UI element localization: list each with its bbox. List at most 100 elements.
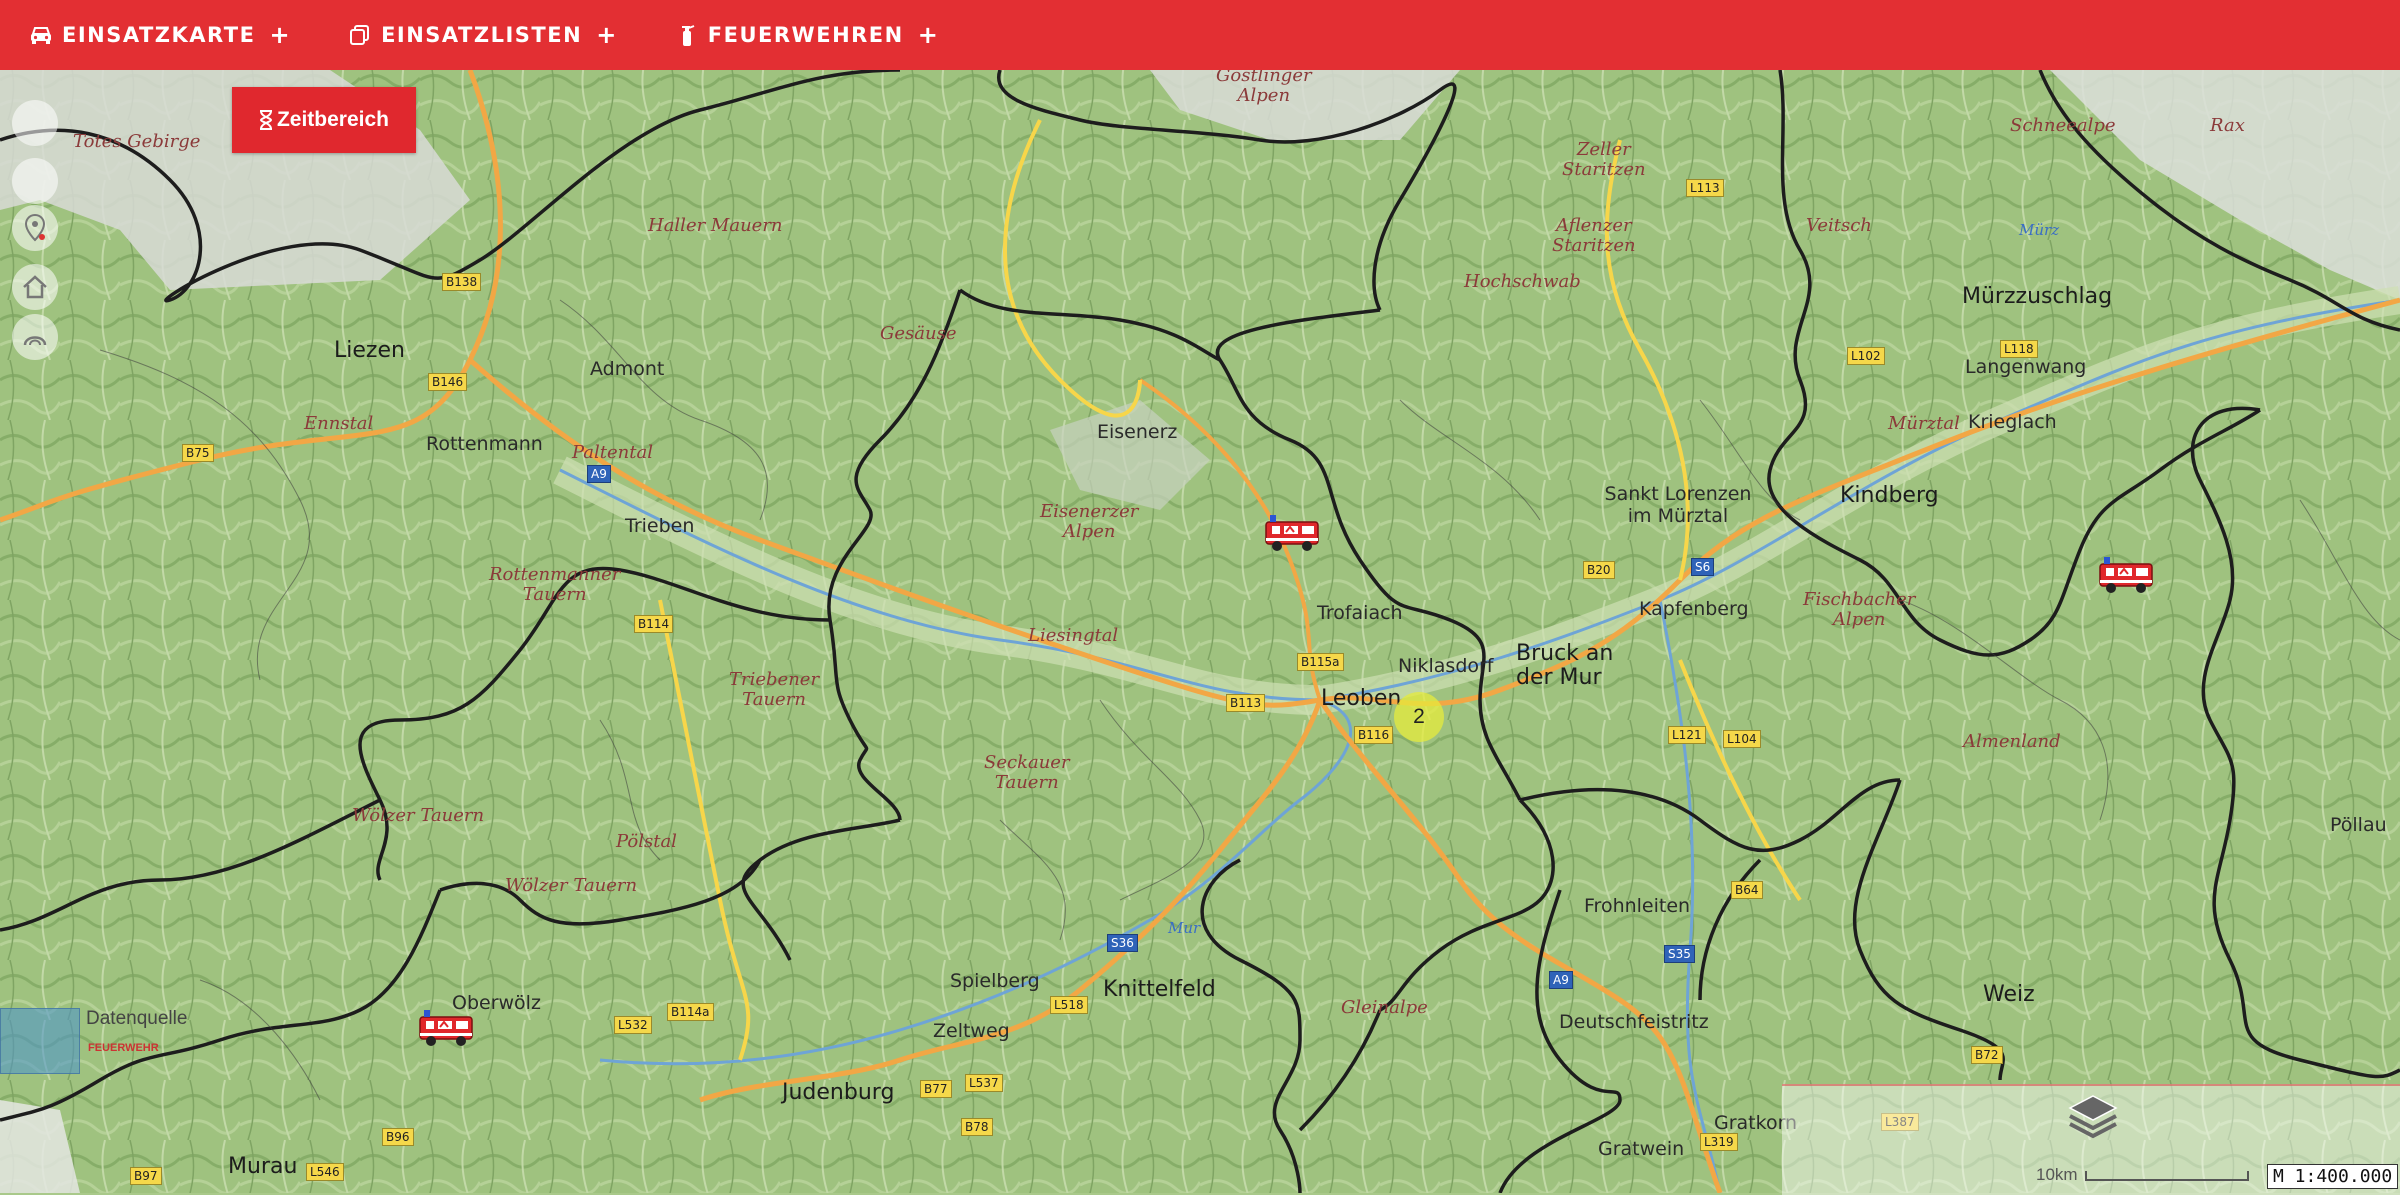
place-label: Bruck an der Mur [1516,641,1614,690]
place-label: Langenwang [1965,356,2087,378]
place-label: Frohnleiten [1584,895,1691,917]
place-label: Niklasdorf [1398,655,1494,677]
region-label: Göstlinger Alpen [1216,70,1312,106]
fire-truck-marker[interactable] [1262,510,1322,559]
place-label: Admont [590,358,665,380]
nav-einsatzlisten[interactable]: EINSATZLISTEN + [347,21,618,49]
road-shield: B96 [382,1128,414,1146]
region-label: Schneealpe [2010,115,2116,136]
region-label: Veitsch [1806,215,1872,236]
road-shield: B115a [1297,653,1344,671]
zoom-out-icon[interactable] [12,158,58,204]
place-label: Krieglach [1968,411,2057,433]
region-label: Eisenerzer Alpen [1040,501,1139,542]
cluster-count: 2 [1413,705,1425,728]
place-label: Eisenerz [1097,421,1178,443]
road-shield: B97 [130,1167,162,1185]
place-label: Deutschfeistritz [1559,1011,1709,1033]
place-label: Zeltweg [933,1020,1010,1042]
region-label: Wölzer Tauern [505,875,638,896]
fire-truck-marker[interactable] [2096,552,2156,601]
road-shield: L537 [965,1074,1003,1092]
region-label: Hochschwab [1464,271,1581,292]
place-label: Leoben [1321,686,1402,711]
region-label: Ennstal [304,413,374,434]
road-shield: A9 [587,465,611,483]
location-pin-icon[interactable] [12,205,58,251]
road-shield: A9 [1549,971,1573,989]
fire-truck-marker[interactable] [416,1005,476,1054]
scale-distance: 10km [2036,1165,2078,1184]
time-range-button[interactable]: Zeitbereich [232,87,416,153]
datasource-sub: FEUERWEHR [88,1042,159,1054]
copy-icon [347,22,373,48]
road-shield: L546 [306,1163,344,1181]
region-label: Mur [1168,919,1201,937]
road-shield: B114 [634,615,674,633]
nav-feuerwehren[interactable]: FEUERWEHREN + [674,21,940,49]
road-shield: B72 [1971,1046,2003,1064]
region-label: Totes Gebirge [73,131,201,152]
fire-extinguisher-icon [674,22,700,48]
nav-einsatzkarte[interactable]: EINSATZKARTE + [28,21,291,49]
car-icon [28,22,54,48]
layers-icon[interactable] [2066,1090,2120,1149]
place-label: Trieben [625,515,695,537]
region-label: Mürztal [1888,413,1960,434]
road-shield: L104 [1723,730,1761,748]
place-label: Trofaiach [1317,602,1403,624]
road-shield: L319 [1700,1133,1738,1151]
top-navigation-bar: EINSATZKARTE + EINSATZLISTEN + FEUERWEHR… [0,0,2400,70]
plus-icon[interactable]: + [918,21,940,49]
region-label: Seckauer Tauern [984,752,1070,793]
road-shield: L532 [614,1016,652,1034]
nav-label: EINSATZLISTEN [381,23,583,47]
region-label: Haller Mauern [648,215,783,236]
region-label: Almenland [1963,731,2061,752]
datasource-logo [0,1008,80,1074]
road-shield: L518 [1050,996,1088,1014]
region-label: Paltental [572,442,653,463]
region-label: Fischbacher Alpen [1803,589,1916,630]
place-label: Liezen [334,338,405,363]
road-shield: B116 [1354,726,1394,744]
scale-bar: 10km [2036,1165,2252,1185]
place-label: Rottenmann [426,433,543,455]
fire-truck-icon [1265,515,1319,551]
home-icon[interactable] [12,264,58,310]
road-shield: L113 [1686,179,1724,197]
road-shield: L102 [1847,347,1885,365]
hourglass-icon [259,110,273,130]
region-label: Triebener Tauern [729,669,820,710]
region-label: Mürz [2019,221,2060,239]
region-label: Wölzer Tauern [352,805,485,826]
road-shield: B78 [961,1118,993,1136]
road-shield: S35 [1664,945,1695,963]
plus-icon[interactable]: + [269,21,291,49]
place-label: Gratwein [1598,1138,1685,1160]
place-label: Spielberg [950,970,1040,992]
marker-cluster[interactable]: 2 [1394,692,1444,742]
road-shield: B64 [1731,881,1763,899]
plus-icon[interactable]: + [596,21,618,49]
arc-icon[interactable] [12,314,58,360]
map-view[interactable]: Liezen Admont Rottenmann Trieben Eisenerz Tro… [0,70,2400,1193]
place-label: Mürzzuschlag [1962,284,2113,309]
place-label: Kindberg [1840,483,1939,508]
region-label: Zeller Staritzen [1562,139,1646,180]
place-label: Pöllau [2330,814,2387,836]
place-label: Knittelfeld [1103,977,1216,1002]
region-label: Aflenzer Staritzen [1552,215,1636,256]
road-shield: S6 [1691,558,1715,576]
region-label: Pölstal [616,831,677,852]
road-shield: B114a [667,1003,714,1021]
datasource-attribution[interactable]: Datenquelle FEUERWEHR [0,1004,200,1074]
region-label: Gesäuse [880,323,957,344]
zoom-in-icon[interactable] [12,100,58,146]
road-shield: L118 [2000,340,2038,358]
place-label: Judenburg [782,1080,895,1105]
road-shield: B138 [442,273,482,291]
road-shield: B146 [428,373,468,391]
fire-truck-icon [419,1010,473,1046]
road-shield: S36 [1107,934,1138,952]
